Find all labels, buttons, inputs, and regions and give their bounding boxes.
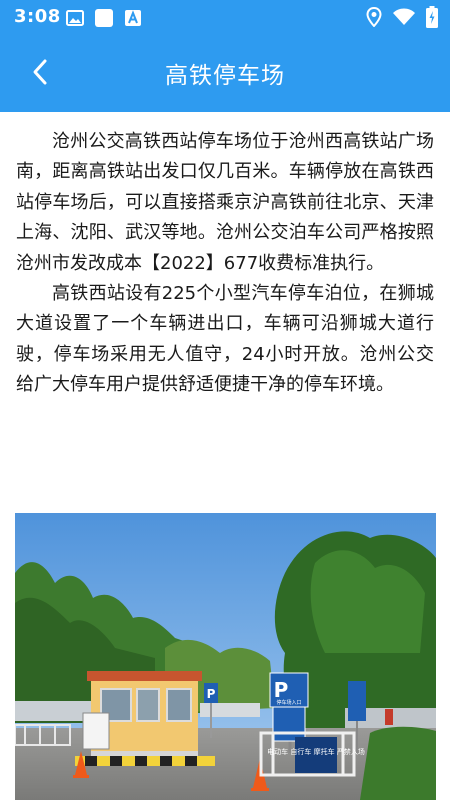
main-parking-sign-letter: P [274,678,289,702]
lower-sign-text: 电动车 自行车 摩托车 严禁入场 [267,747,365,756]
location-icon [366,6,382,31]
page-title: 高铁停车场 [165,63,285,89]
article-body: 沧州公交高铁西站停车场位于沧州西高铁站广场南，距离高铁站出发口仅几百米。车辆停放… [0,112,450,401]
app-bar: 高铁停车场 [0,36,450,112]
battery-icon [426,6,438,32]
parking-lot-photo: P P 停车场入口 电动车 自行车 摩托车 严禁入场 [15,513,436,800]
main-parking-sign-subtitle: 停车场入口 [276,699,301,706]
a-icon [124,9,142,31]
screen: 3:08 高铁停车场 沧州公交高铁西站停车场位于沧州西高铁站广场南，距离高铁站出… [0,0,450,800]
wifi-icon [392,8,416,30]
square-icon [94,8,114,32]
status-left-icons [66,8,142,32]
article-paragraph: 高铁西站设有225个小型汽车停车泊位，在狮城大道设置了一个车辆进出口，车辆可沿狮… [16,283,434,396]
status-bar: 3:08 [0,0,450,36]
status-right-icons [366,6,438,32]
status-time: 3:08 [14,6,61,27]
gallery-icon [66,10,84,30]
small-parking-sign-text: P [207,687,216,701]
article-paragraph: 沧州公交高铁西站停车场位于沧州西高铁站广场南，距离高铁站出发口仅几百米。车辆停放… [16,131,434,274]
